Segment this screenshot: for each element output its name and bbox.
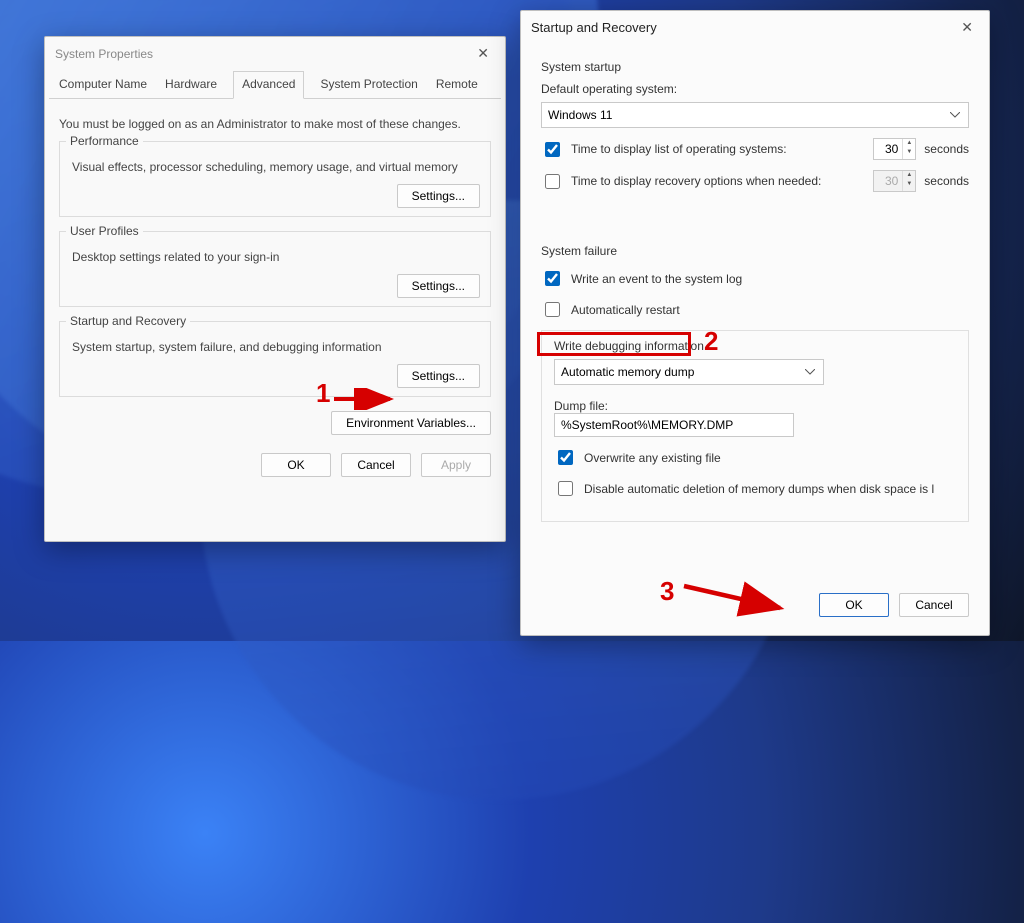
time-recovery-spinner: ▲▼	[873, 170, 916, 192]
time-list-checkbox[interactable]	[545, 142, 560, 157]
annotation-box-2	[537, 332, 691, 356]
user-profiles-desc: Desktop settings related to your sign-in	[72, 250, 480, 264]
disable-delete-checkbox[interactable]	[558, 481, 573, 496]
time-recovery-checkbox[interactable]	[545, 174, 560, 189]
ok-button[interactable]: OK	[261, 453, 331, 477]
time-list-label: Time to display list of operating system…	[571, 142, 865, 156]
default-os-select[interactable]: Windows 11	[541, 102, 969, 128]
overwrite-checkbox[interactable]	[558, 450, 573, 465]
write-event-checkbox[interactable]	[545, 271, 560, 286]
default-os-label: Default operating system:	[541, 82, 969, 96]
user-profiles-title: User Profiles	[66, 224, 143, 238]
auto-restart-label: Automatically restart	[571, 303, 680, 317]
chevron-up-icon: ▲	[903, 171, 915, 180]
annotation-arrow-1	[332, 388, 402, 410]
close-icon[interactable]: ✕	[471, 45, 495, 62]
tab-hardware[interactable]: Hardware	[163, 71, 219, 99]
cancel-button[interactable]: Cancel	[341, 453, 411, 477]
apply-button: Apply	[421, 453, 491, 477]
annotation-number-2: 2	[704, 326, 718, 357]
performance-settings-button[interactable]: Settings...	[397, 184, 480, 208]
tab-advanced[interactable]: Advanced	[233, 71, 304, 99]
tab-bar: Computer Name Hardware Advanced System P…	[49, 70, 501, 99]
auto-restart-checkbox[interactable]	[545, 302, 560, 317]
debug-info-select[interactable]: Automatic memory dump	[554, 359, 824, 385]
disable-delete-label: Disable automatic deletion of memory dum…	[584, 482, 934, 496]
tab-computer-name[interactable]: Computer Name	[57, 71, 149, 99]
annotation-number-3: 3	[660, 576, 674, 607]
titlebar: Startup and Recovery ✕	[521, 11, 989, 44]
ok-button[interactable]: OK	[819, 593, 889, 617]
user-profiles-group: User Profiles Desktop settings related t…	[59, 231, 491, 307]
admin-note: You must be logged on as an Administrato…	[59, 117, 491, 131]
seconds-label: seconds	[924, 142, 969, 156]
startup-recovery-desc: System startup, system failure, and debu…	[72, 340, 480, 354]
cancel-button[interactable]: Cancel	[899, 593, 969, 617]
annotation-number-1: 1	[316, 378, 330, 409]
chevron-down-icon: ▼	[903, 180, 915, 189]
startup-recovery-title: Startup and Recovery	[66, 314, 190, 328]
user-profiles-settings-button[interactable]: Settings...	[397, 274, 480, 298]
time-recovery-value	[874, 171, 902, 191]
time-list-value[interactable]	[874, 139, 902, 159]
seconds-label: seconds	[924, 174, 969, 188]
performance-title: Performance	[66, 134, 143, 148]
dump-file-label: Dump file:	[554, 399, 956, 413]
titlebar: System Properties ✕	[45, 37, 505, 70]
startup-recovery-dialog: Startup and Recovery ✕ System startup De…	[520, 10, 990, 636]
overwrite-label: Overwrite any existing file	[584, 451, 721, 465]
chevron-down-icon[interactable]: ▼	[903, 148, 915, 157]
performance-desc: Visual effects, processor scheduling, me…	[72, 160, 480, 174]
dialog-title: Startup and Recovery	[531, 20, 657, 35]
tab-remote[interactable]: Remote	[434, 71, 480, 99]
debug-info-group: Write debugging information Automatic me…	[541, 330, 969, 522]
time-list-spinner[interactable]: ▲▼	[873, 138, 916, 160]
dialog-title: System Properties	[55, 47, 153, 61]
system-startup-heading: System startup	[541, 60, 969, 74]
startup-recovery-group: Startup and Recovery System startup, sys…	[59, 321, 491, 397]
environment-variables-button[interactable]: Environment Variables...	[331, 411, 491, 435]
close-icon[interactable]: ✕	[955, 19, 979, 36]
time-recovery-label: Time to display recovery options when ne…	[571, 174, 865, 188]
dump-file-input[interactable]	[554, 413, 794, 437]
tab-system-protection[interactable]: System Protection	[318, 71, 419, 99]
performance-group: Performance Visual effects, processor sc…	[59, 141, 491, 217]
chevron-up-icon[interactable]: ▲	[903, 139, 915, 148]
annotation-arrow-3	[680, 570, 800, 620]
system-failure-heading: System failure	[541, 244, 969, 258]
write-event-label: Write an event to the system log	[571, 272, 742, 286]
startup-recovery-settings-button[interactable]: Settings...	[397, 364, 480, 388]
system-properties-dialog: System Properties ✕ Computer Name Hardwa…	[44, 36, 506, 542]
